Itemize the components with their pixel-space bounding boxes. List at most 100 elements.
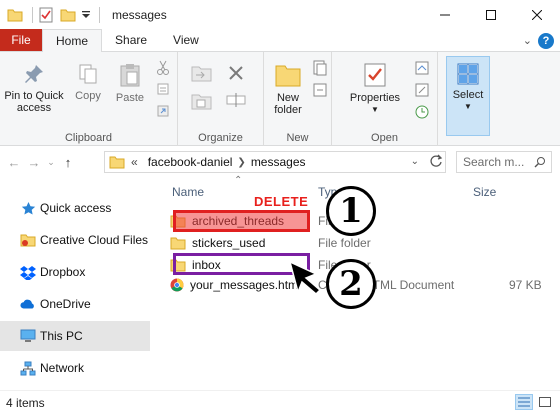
step-2-badge: 2: [326, 259, 376, 309]
back-arrow-icon[interactable]: ←: [4, 151, 24, 173]
properties-check-icon[interactable]: [37, 6, 55, 24]
ribbon-tabs: File Home Share View ⌄ ?: [0, 29, 560, 52]
sidebar-item-network[interactable]: Network: [0, 353, 150, 383]
paste-shortcut-button[interactable]: [154, 104, 172, 122]
step-1-badge: 1: [326, 186, 376, 236]
customize-arrow-icon[interactable]: [81, 6, 91, 24]
sidebar-item-this-pc[interactable]: This PC: [0, 321, 150, 351]
open-button[interactable]: [412, 60, 432, 80]
select-label: Select: [452, 89, 484, 101]
refresh-icon[interactable]: [429, 154, 443, 168]
select-button[interactable]: Select ▼: [446, 56, 490, 136]
sidebar-item-label: Dropbox: [40, 265, 86, 279]
rename-icon: [226, 93, 246, 107]
network-icon: [20, 360, 36, 376]
sidebar-item-label: This PC: [40, 329, 83, 343]
copy-to-button[interactable]: [190, 92, 214, 114]
breadcrumb-item[interactable]: messages: [251, 155, 306, 169]
chevron-down-icon[interactable]: ⌄: [411, 156, 419, 167]
properties-button[interactable]: Properties ▼: [346, 62, 404, 116]
clipboard-group: Pin to Quick access Copy Paste Clipboard: [0, 52, 178, 146]
tab-home[interactable]: Home: [42, 29, 103, 52]
edit-button[interactable]: [412, 82, 432, 102]
new-folder-icon[interactable]: [59, 6, 77, 24]
sidebar-item-label: Quick access: [40, 201, 112, 215]
paste-button[interactable]: Paste: [112, 62, 148, 104]
window-title: messages: [112, 8, 167, 22]
pin-icon: [25, 65, 43, 83]
onedrive-cloud-icon: [20, 296, 36, 312]
sidebar-item-label: Network: [40, 361, 85, 375]
tab-share[interactable]: Share: [102, 29, 160, 51]
pin-to-quick-access-button[interactable]: Pin to Quick access: [2, 62, 66, 114]
new-folder-label: New folder: [274, 92, 302, 116]
sort-up-icon: ⌃: [234, 175, 243, 186]
up-arrow-icon[interactable]: ↑: [58, 151, 78, 173]
dropbox-icon: [20, 264, 36, 280]
delete-button[interactable]: [224, 64, 248, 86]
paste-label: Paste: [115, 92, 145, 104]
details-view-icon[interactable]: [515, 394, 533, 410]
copy-button[interactable]: Copy: [70, 62, 106, 102]
edit-icon: [415, 83, 429, 97]
new-label: New: [286, 132, 309, 144]
new-group: New folder New: [264, 52, 332, 146]
recent-chevron-icon[interactable]: ⌄: [44, 151, 58, 173]
sidebar-item-onedrive[interactable]: OneDrive: [0, 289, 150, 319]
sidebar-item-label: OneDrive: [40, 297, 91, 311]
computer-icon: [20, 328, 36, 344]
copy-path-button[interactable]: [154, 82, 172, 100]
tab-file[interactable]: File: [0, 29, 42, 51]
file-name: your_messages.html: [190, 278, 301, 292]
chevron-down-icon[interactable]: ⌄: [523, 34, 532, 47]
new-item-button[interactable]: [310, 60, 330, 80]
properties-icon: [364, 63, 386, 87]
tab-view[interactable]: View: [160, 29, 212, 51]
rename-button[interactable]: [224, 92, 248, 112]
select-inner: Select ▼: [447, 63, 489, 113]
copy-path-icon: [157, 83, 169, 95]
sidebar-item-quick-access[interactable]: Quick access: [0, 193, 150, 223]
file-name: stickers_used: [192, 236, 266, 250]
easy-access-icon: [313, 83, 327, 97]
breadcrumb-item[interactable]: facebook-daniel: [148, 155, 233, 169]
search-input[interactable]: Search m...: [456, 151, 552, 173]
cut-button[interactable]: [154, 60, 172, 80]
history-button[interactable]: [412, 104, 432, 124]
address-bar[interactable]: « facebook-daniel ❯ messages ⌄: [104, 151, 446, 173]
chevron-right-icon[interactable]: ❯: [237, 157, 245, 168]
breadcrumb-overflow[interactable]: «: [131, 155, 138, 169]
column-header-name[interactable]: Name: [172, 185, 204, 199]
quick-access-toolbar: [0, 0, 95, 30]
star-icon: [20, 200, 36, 216]
item-count: 4 items: [6, 395, 45, 410]
forward-arrow-icon[interactable]: →: [24, 151, 44, 173]
file-type: File folder: [318, 236, 371, 250]
file-size: 97 KB: [509, 278, 542, 292]
new-folder-icon: [275, 65, 301, 87]
maximize-icon[interactable]: [468, 0, 514, 30]
folder-icon[interactable]: [6, 6, 24, 24]
sidebar-item-dropbox[interactable]: Dropbox: [0, 257, 150, 287]
move-to-button[interactable]: [190, 64, 214, 86]
new-folder-button[interactable]: New folder: [268, 62, 308, 116]
close-icon[interactable]: [514, 0, 560, 30]
search-icon: [534, 157, 545, 168]
sidebar-item-creative-cloud[interactable]: Creative Cloud Files: [0, 225, 150, 255]
select-grid-icon: [457, 63, 479, 85]
open-label: Open: [371, 132, 398, 144]
pin-label: Pin to Quick access: [4, 90, 64, 114]
delete-highlight-box: [173, 210, 310, 232]
window-controls: [422, 0, 560, 30]
move-to-icon: [191, 66, 212, 82]
minimize-icon[interactable]: [422, 0, 468, 30]
help-icon[interactable]: ?: [538, 33, 554, 49]
column-header-size[interactable]: Size: [473, 185, 496, 199]
organize-label: Organize: [198, 132, 243, 144]
history-icon: [415, 105, 429, 119]
file-row-stickers-used[interactable]: stickers_used File folder: [170, 232, 560, 254]
open-icon: [415, 61, 429, 75]
easy-access-button[interactable]: [310, 82, 330, 102]
large-icons-view-icon[interactable]: [536, 394, 554, 410]
search-placeholder: Search m...: [463, 155, 525, 169]
